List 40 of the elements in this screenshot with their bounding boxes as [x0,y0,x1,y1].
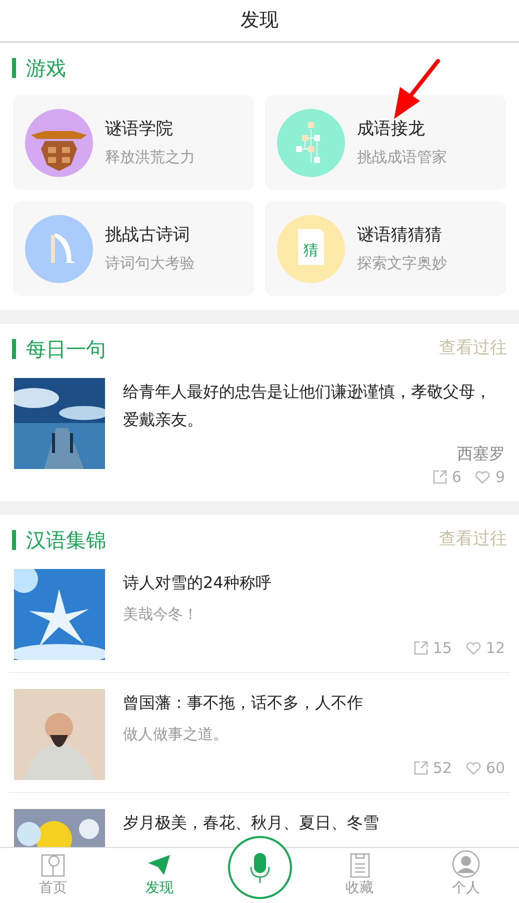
share-icon[interactable] [414,641,428,656]
share-count: 15 [432,638,452,659]
like-count: 60 [486,758,505,779]
like-count: 9 [495,467,505,488]
page-title: 发现 [240,8,278,34]
game-subtitle: 释放洪荒之力 [105,147,195,168]
game-card[interactable]: 挑战古诗词 诗词句大考验 [13,201,254,296]
game-title: 成语接龙 [357,118,426,140]
game-title: 挑战古诗词 [105,224,191,246]
like-count: 12 [486,638,505,659]
microphone-icon [250,852,270,882]
section-title: 游戏 [12,58,66,78]
game-subtitle: 挑战成语管家 [357,147,447,168]
share-icon[interactable] [414,761,428,776]
game-subtitle: 探索文字奥妙 [357,253,447,274]
game-card[interactable]: 成语接龙 挑战成语管家 [265,95,506,190]
share-count: 6 [452,467,462,488]
user-icon [452,850,480,878]
article-title[interactable]: 岁月极美，春花、秋月、夏日、冬雪 [123,810,505,834]
notepad-icon [348,852,372,878]
heart-icon[interactable] [466,762,481,775]
share-icon[interactable] [432,470,447,484]
quote-text: 给青年人最好的忠告是让他们谦逊谨慎，孝敬父母，爱戴亲友。 [123,381,492,431]
heart-icon[interactable] [475,470,490,484]
game-subtitle: 诗词句大考验 [105,253,195,274]
game-title: 谜语猜猜猜 [357,224,443,246]
game-card[interactable]: 谜语学院 释放洪荒之力 [13,95,254,190]
article-subtitle: 美哉今冬！ [123,604,199,624]
article-title[interactable]: 曾国藩：事不拖，话不多，人不作 [123,690,505,714]
share-count: 52 [432,758,452,779]
game-card[interactable]: 猜 谜语猜猜猜 探索文字奥妙 [265,201,506,296]
article-title[interactable]: 诗人对雪的24种称呼 [123,570,505,594]
article-subtitle: 做人做事之道。 [123,724,229,744]
heart-icon[interactable] [466,642,481,655]
section-title: 汉语集锦 [12,530,106,550]
game-title: 谜语学院 [105,118,174,140]
quote-author: 西塞罗 [457,443,505,465]
section-title: 每日一句 [12,339,106,359]
book-search-icon [40,852,66,878]
icon-character: 猜 [304,240,318,258]
